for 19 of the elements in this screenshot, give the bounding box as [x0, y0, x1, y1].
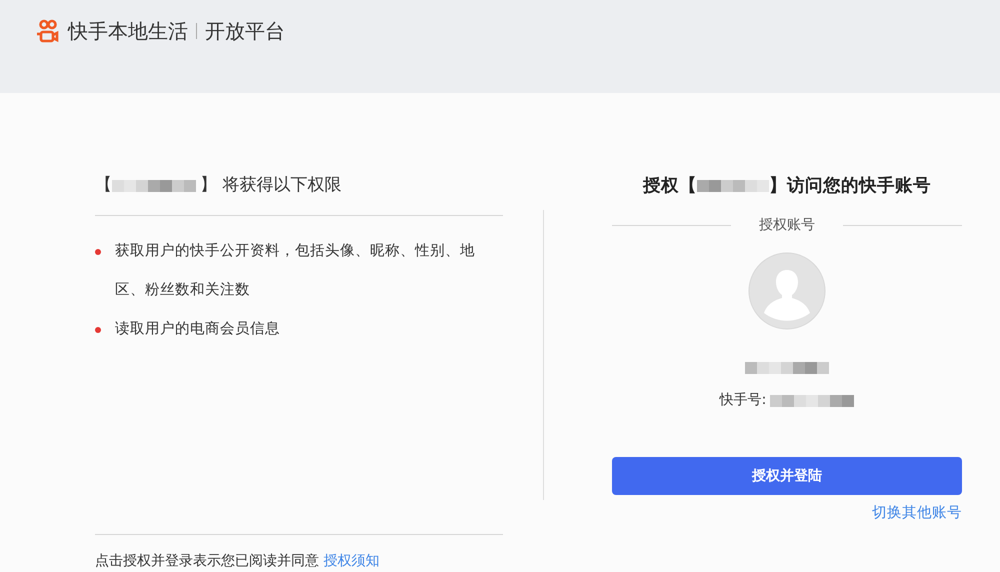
permission-title: 【	[95, 174, 112, 197]
account-id-label: 快手号:	[720, 391, 766, 410]
bullet-icon	[95, 326, 101, 332]
authorize-title: 授权【	[643, 175, 697, 198]
permission-title: 】 将获得以下权限	[200, 174, 342, 197]
permission-item: 读取用户的电商会员信息	[115, 320, 280, 338]
terms-link[interactable]: 授权须知	[323, 553, 380, 569]
platform-name: 开放平台	[205, 18, 285, 45]
section-label: 授权账号	[759, 216, 815, 236]
switch-account-link[interactable]: 切换其他账号	[872, 505, 962, 522]
authorize-login-button[interactable]: 授权并登陆	[612, 457, 962, 496]
logo-icon	[36, 19, 60, 43]
authorize-title: 】访问您的快手账号	[769, 174, 931, 198]
agreement-text: 点击授权并登录表示您已阅读并同意	[95, 553, 319, 569]
bullet-icon	[95, 248, 101, 254]
avatar-icon	[748, 252, 826, 330]
permission-item: 获取用户的快手公开资料，包括头像、昵称、性别、地区、粉丝数和关注数	[115, 242, 476, 300]
blurred-text	[697, 180, 769, 192]
brand-name: 快手本地生活	[68, 18, 188, 45]
